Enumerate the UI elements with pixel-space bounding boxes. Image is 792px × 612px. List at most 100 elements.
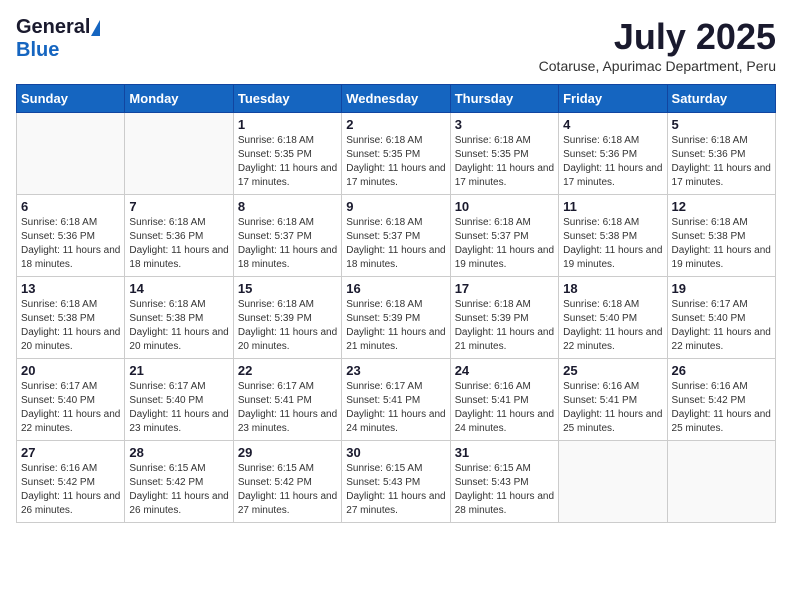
day-info: Sunrise: 6:17 AM Sunset: 5:41 PM Dayligh…	[346, 380, 445, 436]
calendar-cell: 10 Sunrise: 6:18 AM Sunset: 5:37 PM Dayli…	[450, 195, 558, 277]
day-info: Sunrise: 6:17 AM Sunset: 5:41 PM Dayligh…	[238, 380, 337, 436]
calendar-table: SundayMondayTuesdayWednesdayThursdayFrid…	[16, 84, 776, 523]
calendar-week-row: 27 Sunrise: 6:16 AM Sunset: 5:42 PM Dayli…	[17, 441, 776, 523]
calendar-cell: 3Sunrise: 6:18 AM Sunset: 5:35 PM Daylig…	[450, 113, 558, 195]
day-info: Sunrise: 6:18 AM Sunset: 5:39 PM Dayligh…	[455, 298, 554, 354]
day-info: Sunrise: 6:18 AM Sunset: 5:37 PM Dayligh…	[346, 216, 445, 272]
calendar-cell: 8 Sunrise: 6:18 AM Sunset: 5:37 PM Daylig…	[233, 195, 341, 277]
day-number: 23	[346, 363, 445, 378]
day-info: Sunrise: 6:16 AM Sunset: 5:42 PM Dayligh…	[21, 462, 120, 518]
calendar-week-row: 20 Sunrise: 6:17 AM Sunset: 5:40 PM Dayli…	[17, 359, 776, 441]
day-info: Sunrise: 6:18 AM Sunset: 5:38 PM Dayligh…	[672, 216, 771, 272]
calendar-cell	[667, 441, 775, 523]
calendar-cell: 22 Sunrise: 6:17 AM Sunset: 5:41 PM Dayli…	[233, 359, 341, 441]
logo-triangle-icon	[91, 20, 100, 36]
calendar-cell: 9 Sunrise: 6:18 AM Sunset: 5:37 PM Daylig…	[342, 195, 450, 277]
day-info: Sunrise: 6:18 AM Sunset: 5:35 PM Dayligh…	[346, 134, 445, 190]
calendar-cell: 4 Sunrise: 6:18 AM Sunset: 5:36 PM Daylig…	[559, 113, 667, 195]
day-info: Sunrise: 6:18 AM Sunset: 5:37 PM Dayligh…	[238, 216, 337, 272]
day-number: 4	[563, 117, 662, 132]
calendar-cell: 25 Sunrise: 6:16 AM Sunset: 5:41 PM Dayli…	[559, 359, 667, 441]
day-number: 25	[563, 363, 662, 378]
calendar-week-row: 6 Sunrise: 6:18 AM Sunset: 5:36 PM Daylig…	[17, 195, 776, 277]
day-number: 14	[129, 281, 228, 296]
calendar-cell: 13 Sunrise: 6:18 AM Sunset: 5:38 PM Dayli…	[17, 277, 125, 359]
day-info: Sunrise: 6:18 AM Sunset: 5:39 PM Dayligh…	[346, 298, 445, 354]
day-number: 6	[21, 199, 120, 214]
calendar-cell: 7Sunrise: 6:18 AM Sunset: 5:36 PM Daylig…	[125, 195, 233, 277]
day-info: Sunrise: 6:17 AM Sunset: 5:40 PM Dayligh…	[129, 380, 228, 436]
day-number: 22	[238, 363, 337, 378]
logo-general-text: General	[16, 16, 90, 39]
day-info: Sunrise: 6:15 AM Sunset: 5:42 PM Dayligh…	[238, 462, 337, 518]
calendar-cell: 19 Sunrise: 6:17 AM Sunset: 5:40 PM Dayli…	[667, 277, 775, 359]
day-number: 5	[672, 117, 771, 132]
calendar-day-header: Wednesday	[342, 85, 450, 113]
calendar-cell	[125, 113, 233, 195]
calendar-cell: 28Sunrise: 6:15 AM Sunset: 5:42 PM Dayli…	[125, 441, 233, 523]
day-info: Sunrise: 6:15 AM Sunset: 5:43 PM Dayligh…	[455, 462, 554, 518]
day-info: Sunrise: 6:16 AM Sunset: 5:41 PM Dayligh…	[455, 380, 554, 436]
day-number: 8	[238, 199, 337, 214]
day-number: 26	[672, 363, 771, 378]
calendar-cell: 11Sunrise: 6:18 AM Sunset: 5:38 PM Dayli…	[559, 195, 667, 277]
calendar-cell: 12Sunrise: 6:18 AM Sunset: 5:38 PM Dayli…	[667, 195, 775, 277]
day-info: Sunrise: 6:18 AM Sunset: 5:38 PM Dayligh…	[129, 298, 228, 354]
day-info: Sunrise: 6:16 AM Sunset: 5:42 PM Dayligh…	[672, 380, 771, 436]
day-number: 24	[455, 363, 554, 378]
day-number: 7	[129, 199, 228, 214]
day-number: 17	[455, 281, 554, 296]
calendar-day-header: Thursday	[450, 85, 558, 113]
day-number: 13	[21, 281, 120, 296]
day-number: 30	[346, 445, 445, 460]
calendar-cell: 30Sunrise: 6:15 AM Sunset: 5:43 PM Dayli…	[342, 441, 450, 523]
calendar-day-header: Sunday	[17, 85, 125, 113]
calendar-cell: 6 Sunrise: 6:18 AM Sunset: 5:36 PM Daylig…	[17, 195, 125, 277]
day-number: 19	[672, 281, 771, 296]
sub-title: Cotaruse, Apurimac Department, Peru	[539, 58, 776, 74]
calendar-cell: 20 Sunrise: 6:17 AM Sunset: 5:40 PM Dayli…	[17, 359, 125, 441]
calendar-cell: 16 Sunrise: 6:18 AM Sunset: 5:39 PM Dayli…	[342, 277, 450, 359]
day-number: 27	[21, 445, 120, 460]
day-info: Sunrise: 6:15 AM Sunset: 5:42 PM Dayligh…	[129, 462, 228, 518]
logo: General Blue	[16, 16, 100, 62]
main-title: July 2025	[539, 16, 776, 58]
day-info: Sunrise: 6:17 AM Sunset: 5:40 PM Dayligh…	[672, 298, 771, 354]
calendar-cell	[17, 113, 125, 195]
day-number: 29	[238, 445, 337, 460]
calendar-cell: 2Sunrise: 6:18 AM Sunset: 5:35 PM Daylig…	[342, 113, 450, 195]
day-number: 21	[129, 363, 228, 378]
day-info: Sunrise: 6:18 AM Sunset: 5:40 PM Dayligh…	[563, 298, 662, 354]
day-number: 9	[346, 199, 445, 214]
day-info: Sunrise: 6:16 AM Sunset: 5:41 PM Dayligh…	[563, 380, 662, 436]
day-number: 10	[455, 199, 554, 214]
calendar-week-row: 13 Sunrise: 6:18 AM Sunset: 5:38 PM Dayli…	[17, 277, 776, 359]
day-info: Sunrise: 6:18 AM Sunset: 5:36 PM Dayligh…	[563, 134, 662, 190]
calendar-day-header: Saturday	[667, 85, 775, 113]
calendar-cell: 5Sunrise: 6:18 AM Sunset: 5:36 PM Daylig…	[667, 113, 775, 195]
calendar-cell: 1Sunrise: 6:18 AM Sunset: 5:35 PM Daylig…	[233, 113, 341, 195]
calendar-day-header: Friday	[559, 85, 667, 113]
calendar-cell: 24 Sunrise: 6:16 AM Sunset: 5:41 PM Dayli…	[450, 359, 558, 441]
day-number: 31	[455, 445, 554, 460]
calendar-week-row: 1 Sunrise: 6:18 AM Sunset: 5:35 PM Daylig…	[17, 113, 776, 195]
calendar-cell: 27 Sunrise: 6:16 AM Sunset: 5:42 PM Dayli…	[17, 441, 125, 523]
calendar-cell: 14 Sunrise: 6:18 AM Sunset: 5:38 PM Dayli…	[125, 277, 233, 359]
day-number: 1	[238, 117, 337, 132]
day-info: Sunrise: 6:18 AM Sunset: 5:37 PM Dayligh…	[455, 216, 554, 272]
calendar-header-row: SundayMondayTuesdayWednesdayThursdayFrid…	[17, 85, 776, 113]
calendar-day-header: Tuesday	[233, 85, 341, 113]
calendar-cell: 23 Sunrise: 6:17 AM Sunset: 5:41 PM Dayli…	[342, 359, 450, 441]
day-info: Sunrise: 6:18 AM Sunset: 5:36 PM Dayligh…	[21, 216, 120, 272]
day-number: 20	[21, 363, 120, 378]
day-info: Sunrise: 6:18 AM Sunset: 5:39 PM Dayligh…	[238, 298, 337, 354]
day-number: 16	[346, 281, 445, 296]
day-number: 18	[563, 281, 662, 296]
calendar-day-header: Monday	[125, 85, 233, 113]
calendar-cell	[559, 441, 667, 523]
logo-blue-text: Blue	[16, 39, 59, 62]
day-info: Sunrise: 6:17 AM Sunset: 5:40 PM Dayligh…	[21, 380, 120, 436]
day-info: Sunrise: 6:18 AM Sunset: 5:38 PM Dayligh…	[21, 298, 120, 354]
day-number: 3	[455, 117, 554, 132]
calendar-cell: 21 Sunrise: 6:17 AM Sunset: 5:40 PM Dayli…	[125, 359, 233, 441]
